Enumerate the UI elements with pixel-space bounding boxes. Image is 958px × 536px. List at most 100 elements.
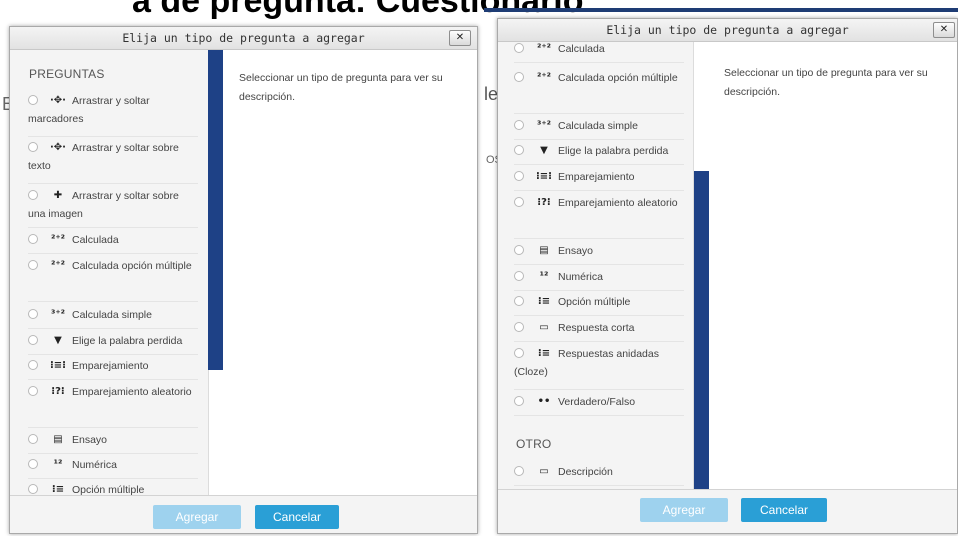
question-type-list[interactable]: PREGUNTAS ·✥· Arrastrar y soltar marcador… [10, 50, 209, 495]
question-type-option[interactable]: ³⁺² Calculada simple [28, 306, 198, 324]
question-type-label: Emparejamiento [558, 171, 635, 183]
question-type-option[interactable]: •• Verdadero/Falso [514, 393, 684, 411]
radio-button[interactable] [514, 296, 524, 307]
radio-button[interactable] [28, 484, 38, 495]
question-type-option[interactable]: ¹² Numérica [28, 456, 198, 474]
background-strip [484, 8, 958, 12]
radio-button[interactable] [514, 271, 524, 282]
list-separator [514, 264, 684, 265]
description-icon: ▭ [539, 466, 549, 478]
question-type-label: Opción múltiple [72, 484, 145, 495]
numerical-icon: ¹² [539, 271, 549, 283]
caret-down-icon: ▼ [540, 145, 548, 157]
question-description: Seleccionar un tipo de pregunta para ver… [724, 67, 928, 98]
list-separator [28, 183, 198, 184]
question-type-label: Opción múltiple [558, 296, 631, 308]
radio-button[interactable] [28, 386, 38, 397]
dialog-header: Elija un tipo de pregunta a agregar ✕ [498, 19, 957, 42]
section-heading-questions: PREGUNTAS [29, 67, 105, 81]
question-type-list[interactable]: ²⁺² Calculada ²⁺² Calculada opción múltiple… [498, 42, 694, 489]
add-button[interactable]: Agregar [153, 505, 241, 529]
dialog-header: Elija un tipo de pregunta a agregar ✕ [10, 27, 477, 50]
radio-button[interactable] [28, 142, 38, 153]
calculated-multi-icon: ²⁺² [50, 260, 66, 272]
dialog-footer: Agregar Cancelar [498, 489, 957, 533]
radio-button[interactable] [514, 396, 524, 407]
list-separator [28, 453, 198, 454]
radio-button[interactable] [514, 466, 524, 477]
radio-button[interactable] [514, 245, 524, 256]
cancel-button[interactable]: Cancelar [741, 498, 827, 522]
radio-button[interactable] [28, 190, 38, 201]
radio-button[interactable] [514, 197, 524, 208]
question-type-option[interactable]: ⁝?⁝ Emparejamiento aleatorio [514, 194, 684, 212]
list-separator [28, 427, 198, 428]
question-type-option[interactable]: ▤ Ensayo [514, 242, 684, 260]
cancel-button[interactable]: Cancelar [255, 505, 339, 529]
radio-button[interactable] [28, 459, 38, 470]
radio-button[interactable] [28, 360, 38, 371]
radio-button[interactable] [514, 322, 524, 333]
list-separator [514, 389, 684, 390]
list-scroll-indicator [208, 50, 223, 370]
question-type-option[interactable]: ▼ Elige la palabra perdida [514, 142, 684, 160]
question-type-option[interactable]: ²⁺² Calculada [514, 42, 684, 58]
question-type-label: Emparejamiento aleatorio [558, 197, 678, 209]
question-type-label: Ensayo [558, 245, 594, 257]
radio-button[interactable] [28, 335, 38, 346]
radio-button[interactable] [514, 43, 524, 54]
question-type-option[interactable]: ·✥· Arrastrar y soltar marcadores [28, 92, 198, 128]
list-separator [28, 478, 198, 479]
question-type-option[interactable]: ⁝≡ Opción múltiple [514, 293, 684, 311]
drag-marker-icon: ·✥· [50, 95, 66, 107]
radio-button[interactable] [514, 348, 524, 359]
question-type-option[interactable]: ⁝?⁝ Emparejamiento aleatorio [28, 383, 198, 401]
add-button[interactable]: Agregar [640, 498, 728, 522]
random-matching-icon: ⁝?⁝ [51, 386, 65, 398]
question-type-option[interactable]: ²⁺² Calculada opción múltiple [28, 257, 198, 275]
radio-button[interactable] [514, 120, 524, 131]
list-separator [28, 379, 198, 380]
question-type-option[interactable]: ▭ Descripción [514, 463, 684, 481]
question-type-option[interactable]: ³⁺² Calculada simple [514, 117, 684, 135]
radio-button[interactable] [28, 260, 38, 271]
list-separator [514, 190, 684, 191]
radio-button[interactable] [28, 434, 38, 445]
question-type-option[interactable]: ▭ Respuesta corta [514, 319, 684, 337]
section-heading-other: OTRO [516, 437, 552, 451]
question-type-option[interactable]: ⁝≡ Respuestas anidadas (Cloze) [514, 345, 684, 381]
radio-button[interactable] [28, 309, 38, 320]
multichoice-icon: ⁝≡ [537, 296, 551, 308]
question-type-option[interactable]: ✚ Arrastrar y soltar sobre una imagen [28, 187, 198, 223]
question-type-label: Calculada opción múltiple [558, 72, 678, 84]
question-type-option[interactable]: ¹² Numérica [514, 268, 684, 286]
radio-button[interactable] [28, 234, 38, 245]
list-separator [28, 354, 198, 355]
radio-button[interactable] [514, 145, 524, 156]
question-type-label: Numérica [558, 271, 603, 283]
radio-button[interactable] [514, 171, 524, 182]
question-type-option[interactable]: ⁝≡ Opción múltiple [28, 481, 198, 495]
question-type-label: Descripción [558, 466, 613, 478]
random-matching-icon: ⁝?⁝ [537, 197, 551, 209]
question-type-option[interactable]: ▼ Elige la palabra perdida [28, 332, 198, 350]
dialog-footer: Agregar Cancelar [10, 495, 477, 533]
question-type-label: Ensayo [72, 434, 108, 446]
drag-image-icon: ✚ [53, 190, 63, 202]
question-type-option[interactable]: ²⁺² Calculada opción múltiple [514, 69, 684, 87]
close-button[interactable]: ✕ [449, 30, 471, 46]
question-type-option[interactable]: ▤ Ensayo [28, 431, 198, 449]
radio-button[interactable] [514, 72, 524, 83]
list-separator [28, 227, 198, 228]
question-type-option[interactable]: ⁝≡⁝ Emparejamiento [28, 357, 198, 375]
question-type-dialog-left: Elija un tipo de pregunta a agregar ✕ PR… [9, 26, 478, 534]
question-type-label: Elige la palabra perdida [72, 335, 183, 347]
question-type-label: Elige la palabra perdida [558, 145, 669, 157]
question-type-label: Arrastrar y soltar marcadores [28, 95, 150, 126]
calculated-multi-icon: ²⁺² [536, 72, 552, 84]
question-type-option[interactable]: ²⁺² Calculada [28, 231, 198, 249]
question-type-option[interactable]: ⁝≡⁝ Emparejamiento [514, 168, 684, 186]
close-button[interactable]: ✕ [933, 22, 955, 38]
radio-button[interactable] [28, 95, 38, 106]
question-type-option[interactable]: ·✥· Arrastrar y soltar sobre texto [28, 139, 198, 175]
